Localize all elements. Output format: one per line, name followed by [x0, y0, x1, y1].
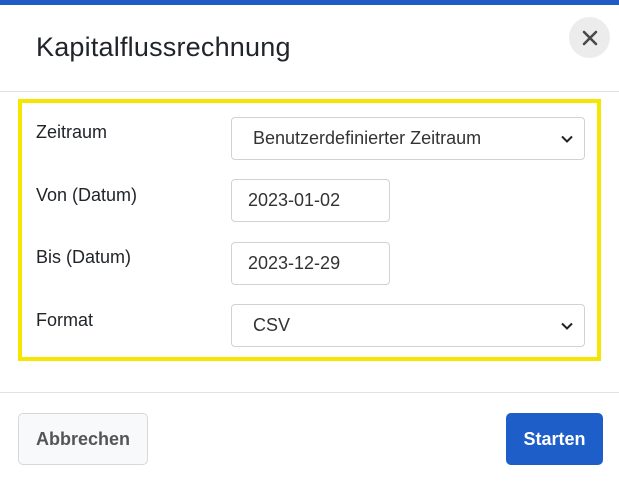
dialog-title: Kapitalflussrechnung — [36, 32, 291, 62]
period-select-value: Benutzerdefinierter Zeitraum — [253, 128, 482, 148]
close-button[interactable] — [569, 17, 610, 58]
close-icon — [582, 30, 597, 45]
start-button[interactable]: Starten — [506, 413, 603, 465]
format-select[interactable]: CSV — [231, 304, 585, 347]
to-date-label: Bis (Datum) — [36, 247, 132, 267]
cancel-button[interactable]: Abbrechen — [18, 413, 148, 465]
footer-divider — [0, 392, 619, 393]
chevron-down-icon — [561, 322, 573, 330]
from-date-input[interactable]: 2023-01-02 — [231, 179, 390, 222]
header-divider — [0, 91, 619, 92]
format-select-value: CSV — [253, 315, 291, 335]
top-accent-bar — [0, 0, 619, 5]
to-date-input[interactable]: 2023-12-29 — [231, 242, 390, 285]
chevron-down-icon — [561, 135, 573, 143]
period-select[interactable]: Benutzerdefinierter Zeitraum — [231, 117, 585, 160]
from-date-label: Von (Datum) — [36, 185, 138, 205]
format-label: Format — [36, 310, 94, 330]
period-label: Zeitraum — [36, 122, 108, 142]
